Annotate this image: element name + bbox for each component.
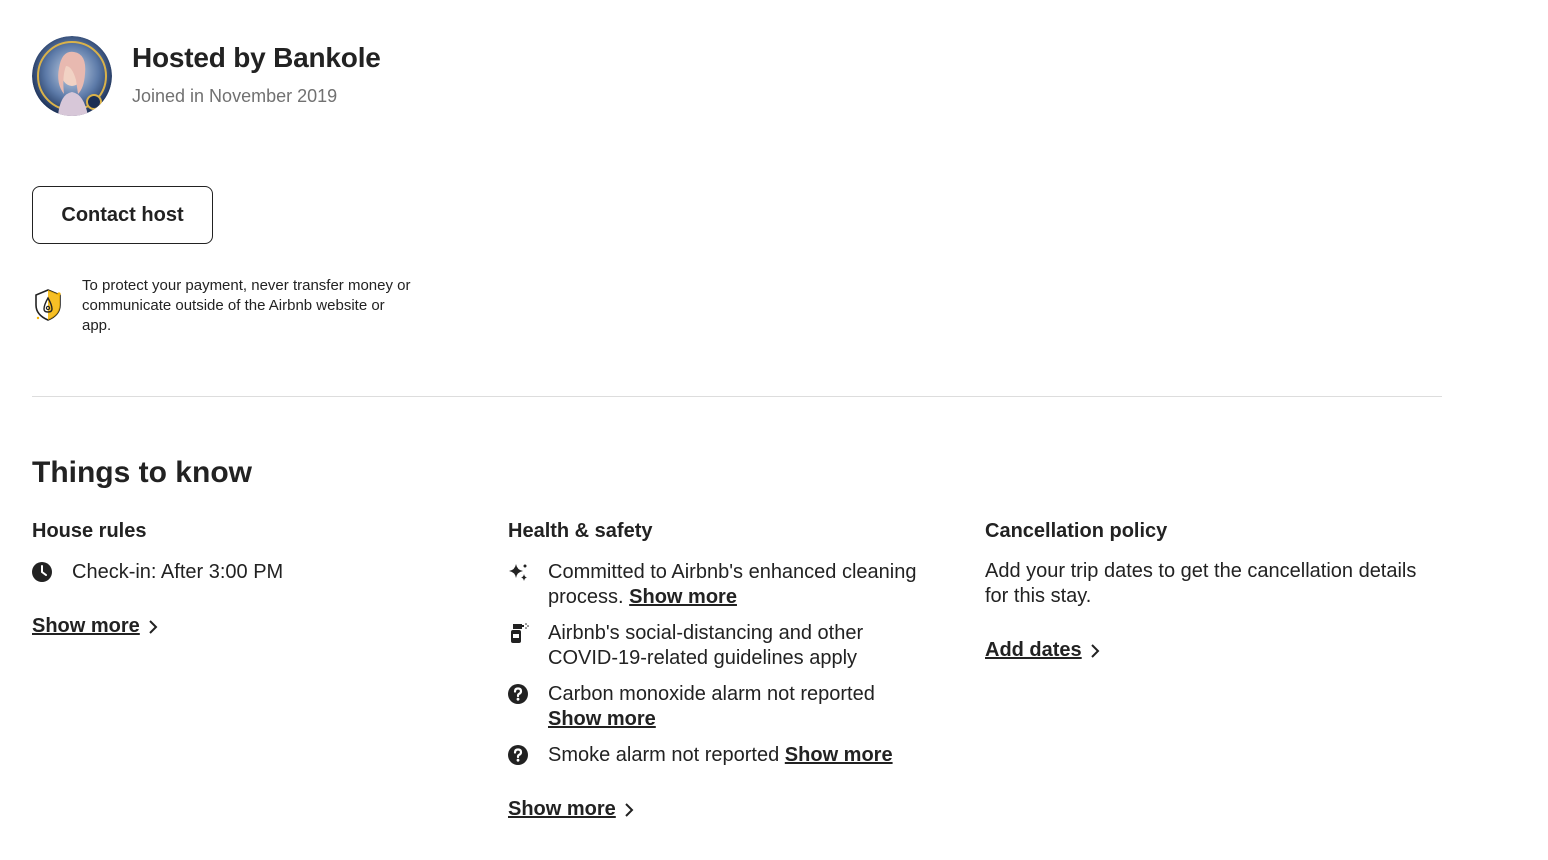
- health-safety-title: Health & safety: [508, 520, 653, 542]
- chevron-right-icon: [149, 619, 158, 634]
- health-safety-show-more-label: Show more: [508, 798, 616, 820]
- host-joined-date: Joined in November 2019: [132, 86, 338, 106]
- house-rules-show-more-label: Show more: [32, 615, 140, 637]
- cleaning-show-more-link[interactable]: Show more: [629, 586, 737, 608]
- health-item-co-alarm: Carbon monoxide alarm not reported Show …: [548, 682, 918, 732]
- spray-bottle-icon: [508, 622, 530, 644]
- add-dates-label: Add dates: [985, 639, 1082, 661]
- cancellation-policy-text: Add your trip dates to get the cancellat…: [985, 560, 1417, 607]
- chevron-right-icon: [625, 802, 634, 817]
- health-item-co-alarm-text: Carbon monoxide alarm not reported: [548, 683, 875, 705]
- health-safety-show-more[interactable]: Show more: [508, 798, 636, 821]
- question-circle-icon: [508, 684, 530, 706]
- co-alarm-show-more-link[interactable]: Show more: [548, 708, 656, 730]
- host-title: Hosted by Bankole: [132, 42, 381, 73]
- question-circle-icon: [508, 745, 530, 767]
- contact-host-button[interactable]: Contact host: [32, 186, 213, 244]
- health-item-smoke-alarm: Smoke alarm not reported Show more: [548, 743, 948, 768]
- things-to-know-title: Things to know: [32, 456, 252, 489]
- payment-protection-notice: To protect your payment, never transfer …: [82, 277, 411, 334]
- smoke-alarm-show-more-link[interactable]: Show more: [785, 744, 893, 766]
- add-dates-link[interactable]: Add dates: [985, 639, 1102, 662]
- shield-icon: [33, 288, 63, 322]
- health-item-cleaning: Committed to Airbnb's enhanced cleaning …: [548, 560, 918, 610]
- chevron-right-icon: [1090, 643, 1100, 658]
- house-rules-title: House rules: [32, 520, 147, 542]
- house-rule-checkin: Check-in: After 3:00 PM: [72, 561, 284, 583]
- cancellation-policy-title: Cancellation policy: [985, 520, 1168, 542]
- house-rules-show-more[interactable]: Show more: [32, 615, 160, 638]
- host-avatar[interactable]: [32, 36, 112, 116]
- sparkles-icon: [508, 562, 530, 584]
- clock-icon: [32, 562, 54, 584]
- health-item-smoke-alarm-text: Smoke alarm not reported: [548, 744, 780, 766]
- host-avatar-image: [32, 36, 112, 116]
- section-divider: [32, 396, 1442, 397]
- health-item-distancing: Airbnb's social-distancing and other COV…: [548, 622, 864, 669]
